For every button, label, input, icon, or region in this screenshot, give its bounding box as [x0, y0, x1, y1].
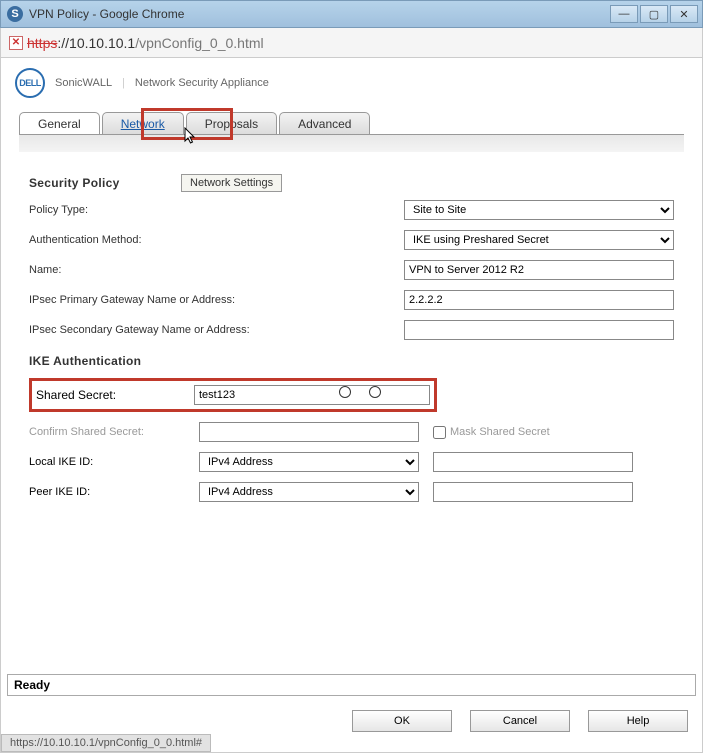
- input-local-ike-id[interactable]: [433, 452, 633, 472]
- form-panel: Security Policy Policy Type: Site to Sit…: [1, 152, 702, 502]
- section-security-policy: Security Policy: [29, 176, 674, 190]
- address-bar[interactable]: ✕ https ://10.10.10.1 /vpnConfig_0_0.htm…: [0, 28, 703, 58]
- input-secondary-gateway[interactable]: [404, 320, 674, 340]
- label-name: Name:: [29, 264, 229, 276]
- input-peer-ike-id[interactable]: [433, 482, 633, 502]
- tab-advanced[interactable]: Advanced: [279, 112, 370, 134]
- maximize-button[interactable]: ▢: [640, 5, 668, 23]
- url-host: ://10.10.10.1: [57, 35, 135, 51]
- tooltip-network-settings: Network Settings: [181, 174, 282, 192]
- brand-product: SonicWALL: [55, 77, 112, 89]
- input-confirm-shared-secret: [199, 422, 419, 442]
- select-local-ike-id-type[interactable]: IPv4 Address: [199, 452, 419, 472]
- label-confirm-shared-secret: Confirm Shared Secret:: [29, 426, 199, 438]
- highlight-box-shared-secret: Shared Secret:: [29, 378, 437, 412]
- input-name[interactable]: [404, 260, 674, 280]
- label-secondary-gateway: IPsec Secondary Gateway Name or Address:: [29, 324, 289, 336]
- input-primary-gateway[interactable]: [404, 290, 674, 310]
- label-local-ike-id: Local IKE ID:: [29, 456, 199, 468]
- brand-separator: |: [122, 77, 125, 89]
- tab-proposals[interactable]: Proposals: [186, 112, 277, 134]
- link-status-hint: https://10.10.10.1/vpnConfig_0_0.html#: [1, 734, 211, 752]
- label-shared-secret: Shared Secret:: [36, 388, 194, 402]
- select-policy-type[interactable]: Site to Site: [404, 200, 674, 220]
- status-bar: Ready: [7, 674, 696, 696]
- select-peer-ike-id-type[interactable]: IPv4 Address: [199, 482, 419, 502]
- help-button[interactable]: Help: [588, 710, 688, 732]
- window-title: VPN Policy - Google Chrome: [29, 7, 610, 21]
- label-peer-ike-id: Peer IKE ID:: [29, 486, 199, 498]
- tab-network[interactable]: Network: [102, 112, 184, 134]
- checkbox-mask-shared-secret[interactable]: [433, 426, 446, 439]
- tab-general[interactable]: General: [19, 112, 100, 134]
- tab-strip: [19, 134, 684, 152]
- cancel-button[interactable]: Cancel: [470, 710, 570, 732]
- label-primary-gateway: IPsec Primary Gateway Name or Address:: [29, 294, 289, 306]
- label-policy-type: Policy Type:: [29, 204, 229, 216]
- insecure-icon: ✕: [9, 36, 23, 50]
- brand-subtitle: Network Security Appliance: [135, 77, 269, 89]
- tab-row: General Network Proposals Advanced: [19, 112, 684, 134]
- select-auth-method[interactable]: IKE using Preshared Secret: [404, 230, 674, 250]
- label-mask-shared-secret: Mask Shared Secret: [450, 426, 550, 438]
- dialog-button-row: OK Cancel Help: [352, 710, 688, 732]
- minimize-button[interactable]: —: [610, 5, 638, 23]
- section-ike-authentication: IKE Authentication: [29, 354, 674, 368]
- brand-bar: DELL SonicWALL | Network Security Applia…: [1, 58, 702, 108]
- url-path: /vpnConfig_0_0.html: [135, 35, 263, 51]
- input-shared-secret[interactable]: [194, 385, 430, 405]
- window-titlebar: S VPN Policy - Google Chrome — ▢ ✕: [0, 0, 703, 28]
- close-button[interactable]: ✕: [670, 5, 698, 23]
- dell-logo-icon: DELL: [15, 68, 45, 98]
- label-auth-method: Authentication Method:: [29, 234, 229, 246]
- page-content: DELL SonicWALL | Network Security Applia…: [0, 58, 703, 753]
- url-scheme: https: [27, 35, 57, 51]
- ok-button[interactable]: OK: [352, 710, 452, 732]
- chrome-favicon-icon: S: [7, 6, 23, 22]
